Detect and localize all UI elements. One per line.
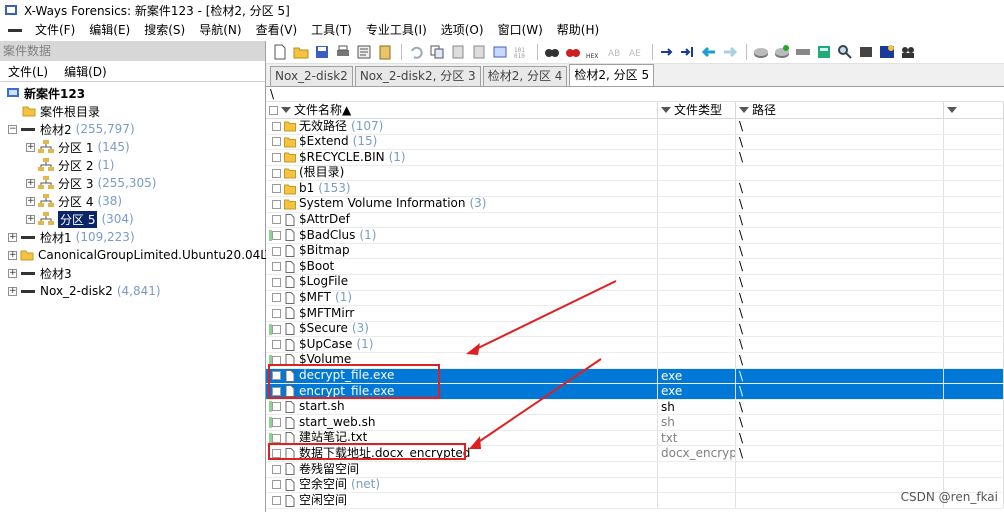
expand-icon[interactable]: + <box>8 286 17 296</box>
menu-window[interactable]: 窗口(W) <box>491 20 550 41</box>
arrow-head <box>469 436 481 449</box>
tree-node-partition2[interactable]: 分区 2 (1) <box>38 156 114 174</box>
folder-icon <box>22 106 36 117</box>
menu-specialist[interactable]: 专业工具(I) <box>359 20 434 41</box>
expand-icon[interactable]: + <box>26 178 35 188</box>
window-title: X-Ways Forensics: 新案件123 - [检材2, 分区 5] <box>24 3 290 18</box>
expand-icon[interactable]: + <box>8 232 17 242</box>
tree-node-partition1[interactable]: + 分区 1 (145) <box>26 138 130 156</box>
arrow-head <box>466 343 480 355</box>
menu-help[interactable]: 帮助(H) <box>550 20 606 41</box>
collapse-icon[interactable]: − <box>8 124 17 134</box>
menu-tools[interactable]: 工具(T) <box>304 20 359 41</box>
case-menu-edit[interactable]: 编辑(D) <box>56 63 115 80</box>
tree-node-evidence1[interactable]: + 检材1 (109,223) <box>8 228 135 246</box>
tree-node-partition4[interactable]: + 分区 4 (38) <box>26 192 122 210</box>
menu-search[interactable]: 搜索(S) <box>137 20 192 41</box>
menu-options[interactable]: 选项(O) <box>434 20 491 41</box>
directory-browser-pane: 101 010 HEX AB AE Nox_2-disk2 Nox_2-disk2… <box>266 41 1004 512</box>
tree-node-ubuntu[interactable]: + CanonicalGroupLimited.Ubuntu20.04LTS_2 <box>8 246 294 264</box>
title-bar: X-Ways Forensics: 新案件123 - [检材2, 分区 5] <box>0 0 1004 20</box>
partition-icon <box>38 158 54 171</box>
watermark: CSDN @ren_fkai <box>900 490 998 504</box>
annotation-arrows <box>466 280 617 449</box>
expand-icon[interactable]: + <box>26 142 35 152</box>
disk-icon <box>21 272 35 275</box>
app-icon <box>5 5 17 15</box>
menu-view[interactable]: 查看(V) <box>249 20 305 41</box>
menu-navigate[interactable]: 导航(N) <box>192 20 248 41</box>
expand-icon[interactable]: + <box>26 214 35 224</box>
case-data-header: 案件数据 <box>0 41 265 61</box>
case-icon <box>7 88 19 97</box>
tree-node-case-root[interactable]: 案件根目录 <box>22 102 100 120</box>
tree-node-evidence3[interactable]: + 检材3 <box>8 264 72 282</box>
case-data-menu: 文件(L) 编辑(D) <box>0 61 265 82</box>
disk-icon <box>21 128 35 131</box>
menu-edit[interactable]: 编辑(E) <box>82 20 137 41</box>
folder-icon <box>20 250 34 261</box>
partition-icon <box>38 194 54 207</box>
case-menu-file[interactable]: 文件(L) <box>0 63 56 80</box>
arrow-to-encrypted-file <box>473 358 602 446</box>
arrow-to-exe-files <box>471 280 617 352</box>
disk-icon <box>21 236 35 239</box>
tree-node-case[interactable]: 新案件123 <box>6 84 85 102</box>
partition-icon <box>38 212 54 225</box>
tree-node-partition5[interactable]: + 分区 5 (304) <box>26 210 134 228</box>
menu-file[interactable]: 文件(F) <box>28 20 82 41</box>
tree-node-evidence2[interactable]: − 检材2 (255,797) <box>8 120 135 138</box>
expand-icon[interactable]: + <box>26 196 35 206</box>
tree-node-partition3[interactable]: + 分区 3 (255,305) <box>26 174 156 192</box>
case-data-pane: 案件数据 文件(L) 编辑(D) 新案件123 案件根目录 − 检材2 (255… <box>0 41 294 512</box>
partition-icon <box>38 140 54 153</box>
tree-node-nox[interactable]: + Nox_2-disk2 (4,841) <box>8 282 161 300</box>
system-menu-icon[interactable] <box>8 29 22 32</box>
expand-icon[interactable]: + <box>8 268 17 278</box>
menu-bar: 文件(F) 编辑(E) 搜索(S) 导航(N) 查看(V) 工具(T) 专业工具… <box>0 20 1004 41</box>
expand-icon[interactable]: + <box>8 250 17 260</box>
disk-icon <box>21 290 35 293</box>
partition-icon <box>38 176 54 189</box>
